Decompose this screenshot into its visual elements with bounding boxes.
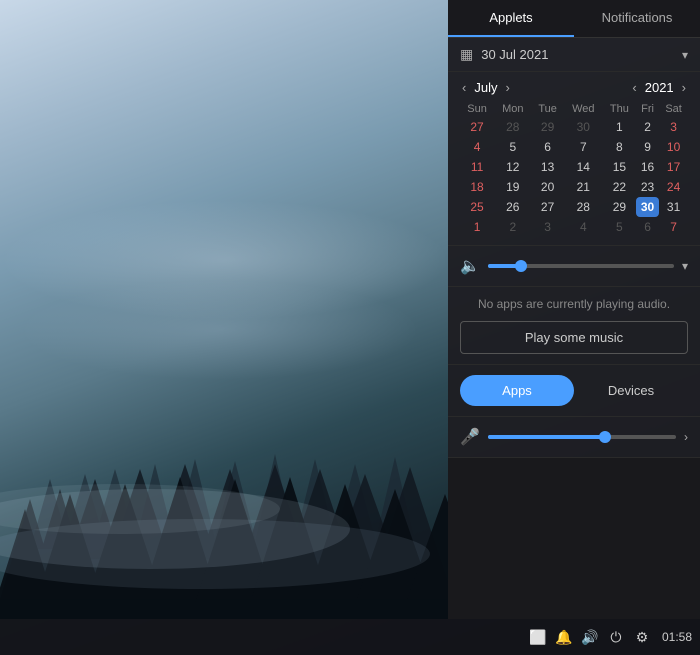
- mist-overlay-2: [20, 280, 420, 380]
- volume-control: 🔈 ▾: [448, 246, 700, 287]
- audio-section: No apps are currently playing audio. Pla…: [448, 287, 700, 365]
- power-taskbar-icon[interactable]: ⏻: [606, 627, 626, 647]
- calendar-day[interactable]: 15: [603, 157, 636, 177]
- notification-taskbar-icon[interactable]: 🔔: [554, 627, 574, 647]
- volume-slider[interactable]: [488, 264, 674, 268]
- weekday-header: Fri: [636, 101, 659, 117]
- calendar-day[interactable]: 4: [460, 137, 494, 157]
- system-panel: Applets Notifications ▦ 30 Jul 2021 ▾ ‹ …: [448, 0, 700, 619]
- calendar-day[interactable]: 20: [531, 177, 563, 197]
- calendar-day[interactable]: 3: [531, 217, 563, 237]
- panel-tabs: Applets Notifications: [448, 0, 700, 38]
- calendar-day[interactable]: 21: [564, 177, 603, 197]
- year-nav: ‹ 2021 ›: [630, 80, 688, 95]
- calendar-day[interactable]: 23: [636, 177, 659, 197]
- calendar-day[interactable]: 7: [564, 137, 603, 157]
- volume-icon: 🔈: [460, 256, 480, 276]
- weekday-header: Mon: [494, 101, 531, 117]
- date-header[interactable]: ▦ 30 Jul 2021 ▾: [448, 38, 700, 72]
- mic-control: 🎤 ›: [448, 417, 700, 458]
- calendar-day[interactable]: 10: [659, 137, 688, 157]
- calendar-day[interactable]: 2: [636, 117, 659, 137]
- calendar-day[interactable]: 1: [603, 117, 636, 137]
- calendar-day[interactable]: 29: [603, 197, 636, 217]
- calendar-day[interactable]: 11: [460, 157, 494, 177]
- calendar-grid: SunMonTueWedThuFriSat 272829301234567891…: [460, 101, 688, 237]
- tab-applets[interactable]: Applets: [448, 0, 574, 37]
- calendar-day[interactable]: 9: [636, 137, 659, 157]
- play-music-button[interactable]: Play some music: [460, 321, 688, 354]
- calendar-day[interactable]: 25: [460, 197, 494, 217]
- tab-notifications[interactable]: Notifications: [574, 0, 700, 37]
- calendar-day[interactable]: 3: [659, 117, 688, 137]
- calendar-day[interactable]: 2: [494, 217, 531, 237]
- weekday-header: Tue: [531, 101, 563, 117]
- devices-toggle-button[interactable]: Devices: [574, 375, 688, 406]
- weekday-header: Sun: [460, 101, 494, 117]
- month-nav: ‹ July ›: [460, 80, 512, 95]
- calendar-day[interactable]: 12: [494, 157, 531, 177]
- calendar-day[interactable]: 30: [636, 197, 659, 217]
- calendar-day[interactable]: 29: [531, 117, 563, 137]
- calendar-day[interactable]: 28: [564, 197, 603, 217]
- weekday-header: Wed: [564, 101, 603, 117]
- calendar-day[interactable]: 22: [603, 177, 636, 197]
- calendar-day[interactable]: 17: [659, 157, 688, 177]
- calendar-day[interactable]: 1: [460, 217, 494, 237]
- calendar-day[interactable]: 4: [564, 217, 603, 237]
- date-header-text: 30 Jul 2021: [481, 47, 682, 62]
- calendar-day[interactable]: 31: [659, 197, 688, 217]
- next-month-arrow[interactable]: ›: [503, 80, 511, 95]
- mic-chevron-icon[interactable]: ›: [684, 430, 688, 444]
- year-label: 2021: [645, 80, 674, 95]
- calendar-day[interactable]: 13: [531, 157, 563, 177]
- calendar-day[interactable]: 5: [603, 217, 636, 237]
- mic-icon: 🎤: [460, 427, 480, 447]
- calendar-day[interactable]: 16: [636, 157, 659, 177]
- weekday-header: Sat: [659, 101, 688, 117]
- weekday-header: Thu: [603, 101, 636, 117]
- taskbar-time: 01:58: [662, 630, 692, 644]
- date-chevron-icon: ▾: [682, 48, 688, 62]
- calendar-icon: ▦: [460, 46, 473, 63]
- calendar-day[interactable]: 8: [603, 137, 636, 157]
- taskbar: ⬜ 🔔 🔊 ⏻ ⚙ 01:58: [0, 619, 700, 655]
- volume-taskbar-icon[interactable]: 🔊: [580, 627, 600, 647]
- apps-toggle-button[interactable]: Apps: [460, 375, 574, 406]
- month-label: July: [474, 80, 497, 95]
- calendar-nav: ‹ July › ‹ 2021 ›: [460, 80, 688, 95]
- screen-taskbar-icon[interactable]: ⬜: [528, 627, 548, 647]
- calendar-day[interactable]: 24: [659, 177, 688, 197]
- apps-devices-toggle: Apps Devices: [448, 365, 700, 417]
- calendar-day[interactable]: 7: [659, 217, 688, 237]
- calendar-day[interactable]: 14: [564, 157, 603, 177]
- calendar-day[interactable]: 18: [460, 177, 494, 197]
- calendar-day[interactable]: 6: [636, 217, 659, 237]
- prev-month-arrow[interactable]: ‹: [460, 80, 468, 95]
- calendar-day[interactable]: 19: [494, 177, 531, 197]
- mic-thumb[interactable]: [599, 431, 611, 443]
- settings-taskbar-icon[interactable]: ⚙: [632, 627, 652, 647]
- next-year-arrow[interactable]: ›: [680, 80, 688, 95]
- prev-year-arrow[interactable]: ‹: [630, 80, 638, 95]
- calendar-day[interactable]: 27: [460, 117, 494, 137]
- calendar-day[interactable]: 28: [494, 117, 531, 137]
- no-audio-message: No apps are currently playing audio.: [460, 297, 688, 311]
- volume-chevron-icon[interactable]: ▾: [682, 259, 688, 273]
- panel-empty-area: [448, 458, 700, 619]
- mic-fill: [488, 435, 605, 439]
- calendar-day[interactable]: 30: [564, 117, 603, 137]
- mic-slider[interactable]: [488, 435, 676, 439]
- calendar-day[interactable]: 5: [494, 137, 531, 157]
- calendar-day[interactable]: 27: [531, 197, 563, 217]
- calendar-day[interactable]: 26: [494, 197, 531, 217]
- volume-thumb[interactable]: [515, 260, 527, 272]
- calendar-widget: ‹ July › ‹ 2021 › SunMonTueWedThuFriSat …: [448, 72, 700, 246]
- calendar-day[interactable]: 6: [531, 137, 563, 157]
